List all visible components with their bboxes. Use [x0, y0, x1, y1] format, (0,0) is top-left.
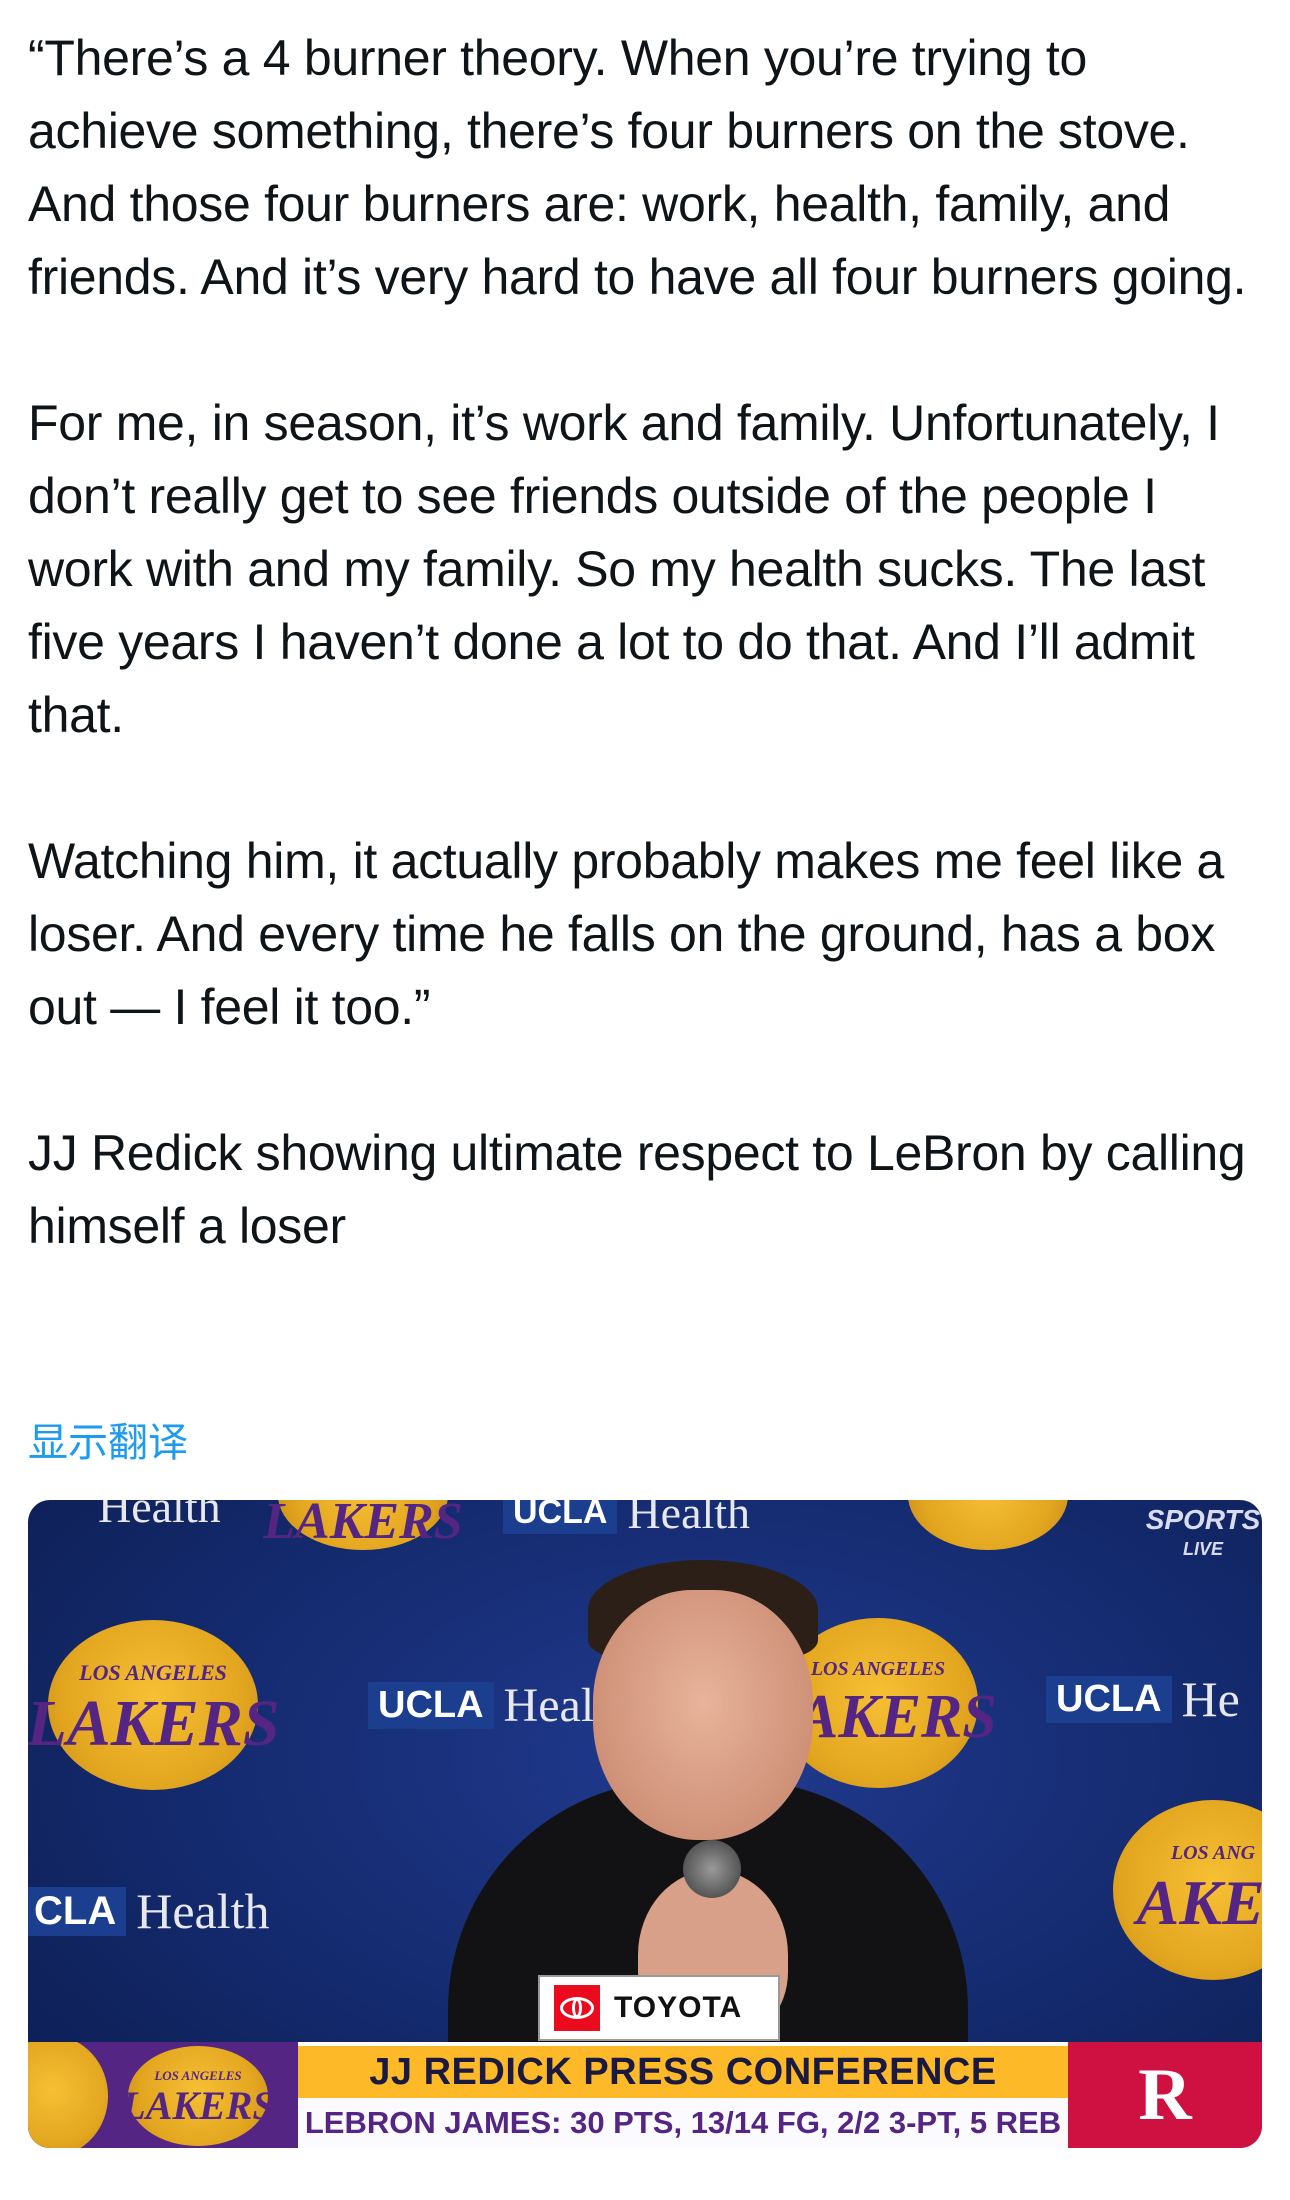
lakers-logo: LOS ANGELES LAKERS: [121, 2046, 275, 2146]
tweet-paragraph: For me, in season, it’s work and family.…: [28, 395, 1220, 743]
rockets-logo-icon: R: [1138, 2054, 1192, 2136]
sponsor-ucla-health: UCLA He: [1046, 1670, 1240, 1728]
tweet-paragraph: Watching him, it actually probably makes…: [28, 833, 1225, 1035]
microphone-icon: [683, 1840, 741, 1898]
lakers-logo: LOS ANGELES LAKERS: [28, 1620, 280, 1790]
tweet-paragraph: JJ Redick showing ultimate respect to Le…: [28, 1125, 1246, 1254]
speaker-head: [593, 1590, 813, 1840]
sponsor-ucla-health: Health: [98, 1500, 221, 1532]
lakers-logo: LOS ANG AKEI: [1113, 1800, 1262, 1980]
lakers-logo: LAKERS: [263, 1500, 463, 1550]
lower-third-text-panel: JJ REDICK PRESS CONFERENCE LEBRON JAMES:…: [298, 2042, 1068, 2148]
sponsor-ucla-health: CLA Health: [28, 1882, 270, 1940]
broadcast-bug: SPORTS LIVE: [1145, 1504, 1261, 1559]
toyota-logo-icon: [554, 1985, 600, 2031]
lakers-team-panel: LOS ANGELES LAKERS: [28, 2042, 298, 2148]
podium-sponsor-name: TOYOTA: [614, 1991, 743, 2024]
lower-third-stat-line: LEBRON JAMES: 30 PTS, 13/14 FG, 2/2 3-PT…: [298, 2098, 1068, 2148]
broadcast-lower-third: LOS ANGELES LAKERS JJ REDICK PRESS CONFE…: [28, 2042, 1262, 2148]
tweet-text: “There’s a 4 burner theory. When you’re …: [28, 22, 1268, 1263]
lower-third-title: JJ REDICK PRESS CONFERENCE: [298, 2046, 1068, 2098]
tweet-media-image[interactable]: Health LAKERS UCLA Health SPORTS LIVE LO…: [28, 1500, 1262, 2148]
rockets-team-panel: R: [1068, 2042, 1262, 2148]
podium-sponsor-sign: TOYOTA: [538, 1975, 780, 2041]
show-translation-link[interactable]: 显示翻译: [28, 1410, 188, 1468]
tweet-paragraph: “There’s a 4 burner theory. When you’re …: [28, 30, 1247, 305]
